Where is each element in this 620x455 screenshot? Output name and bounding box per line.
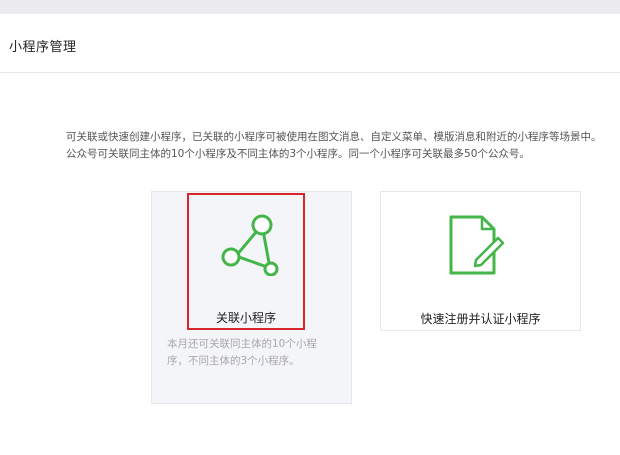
description-text: 可关联或快速创建小程序，已关联的小程序可被使用在图文消息、自定义菜单、模版消息和… [66, 129, 618, 163]
register-miniprogram-label: 快速注册并认证小程序 [420, 312, 541, 326]
top-bar [0, 0, 620, 14]
link-quota-note: 本月还可关联同主体的10个小程 序，不同主体的3个小程序。 [167, 336, 347, 370]
page-title: 小程序管理 [9, 40, 77, 55]
page-header: 小程序管理 [0, 14, 620, 73]
link-quota-note-line-1: 本月还可关联同主体的10个小程 [167, 338, 317, 350]
description-line-1: 可关联或快速创建小程序，已关联的小程序可被使用在图文消息、自定义菜单、模版消息和… [66, 131, 602, 143]
description-line-2: 公众号可关联同主体的10个小程序及不同主体的3个小程序。同一个小程序可关联最多5… [66, 148, 530, 160]
document-edit-icon [448, 214, 505, 276]
highlight-box [187, 193, 305, 330]
link-quota-note-line-2: 序，不同主体的3个小程序。 [167, 355, 300, 367]
